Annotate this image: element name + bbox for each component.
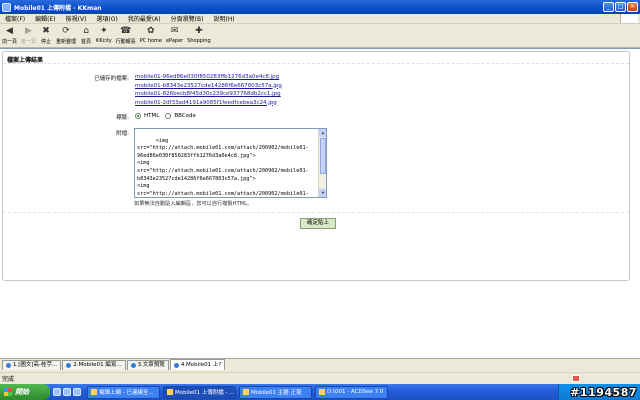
- code-textarea[interactable]: <img src="http://attach.mobile01.com/att…: [134, 128, 327, 198]
- home-icon: ⌂: [83, 26, 89, 36]
- upload-result-panel: 檔案上傳結果 已儲存的檔案: mobile01-96ed86e030f85028…: [2, 51, 630, 281]
- toolbar-label: 後一頁: [21, 39, 37, 45]
- toolbar-label: Shopping: [187, 38, 211, 44]
- code-text: <img src="http://attach.mobile01.com/att…: [137, 137, 309, 197]
- browser-tab[interactable]: 2.Mobile01 編寫...: [62, 360, 126, 370]
- status-bar: 完成: [0, 372, 640, 384]
- uploaded-files-label: 已儲存的檔案:: [94, 76, 129, 82]
- toolbar: ◀ 前一頁 ▶ 後一頁 ✖ 停止 ⟳ 重新整理 ⌂ 首頁 ✦ KKcity ☎ 行動報喜 ✿ PC home ✉…: [0, 24, 640, 48]
- scroll-down-icon[interactable]: ▼: [319, 189, 326, 197]
- window-icon: [243, 389, 249, 395]
- close-button[interactable]: ×: [627, 2, 638, 12]
- toolbar-label: KKcity: [96, 38, 112, 44]
- taskbar: 開始 電鍋上網 - 已連線至... Mobile01 上傳附檔 - ... Mo…: [0, 384, 640, 400]
- forward-icon: ▶: [25, 26, 32, 36]
- toolbar-label: ePaper: [165, 38, 184, 44]
- file-link[interactable]: mobile01-2df33ad4191a9085f1feedfcebea3c2…: [135, 99, 282, 108]
- toolbar-button-mobile[interactable]: ☎ 行動報喜: [116, 24, 136, 45]
- browser-tab-active[interactable]: 4.Mobile01 上?: [169, 359, 226, 370]
- html-radio-label: HTML: [144, 113, 160, 119]
- toolbar-button-back[interactable]: ◀ 前一頁: [2, 24, 17, 45]
- file-link[interactable]: mobile01-826becb8f45d30c239ce937768db2cc…: [135, 90, 282, 99]
- watermark: #1194587: [570, 386, 637, 399]
- toolbar-label: 行動報喜: [115, 39, 136, 45]
- format-label: 標籤:: [116, 115, 129, 121]
- app-icon: [2, 2, 11, 12]
- toolbar-label: 前一頁: [2, 39, 18, 45]
- textarea-scrollbar[interactable]: ▲ ▼: [318, 129, 326, 197]
- toolbar-label: PC home: [139, 38, 162, 44]
- quick-launch-icon[interactable]: [63, 388, 71, 396]
- menu-bar: 檔案(F) 編輯(E) 檢視(V) 選項(O) 我的最愛(A) 分頁瀏覽(B) …: [0, 14, 640, 24]
- taskbar-button[interactable]: Mobile01 主題 正寫: [239, 385, 312, 399]
- toolbar-button-epaper[interactable]: ✉ ePaper: [166, 24, 183, 44]
- menu-options[interactable]: 選項(O): [91, 14, 122, 23]
- epaper-icon: ✉: [170, 26, 179, 36]
- toolbar-label: 停止: [41, 39, 52, 45]
- scroll-thumb[interactable]: [320, 138, 326, 174]
- panel-title: 檔案上傳結果: [3, 52, 629, 64]
- security-icon: [572, 375, 580, 382]
- toolbar-button-forward[interactable]: ▶ 後一頁: [21, 24, 36, 45]
- toolbar-button-refresh[interactable]: ⟳ 重新整理: [56, 24, 76, 45]
- uploaded-files-list: mobile01-96ed86e030f850283ffb1276d3a0e4c…: [135, 73, 282, 107]
- toolbar-button-home[interactable]: ⌂ 首頁: [80, 24, 92, 45]
- page-icon: [6, 363, 11, 368]
- status-text: 完成: [2, 376, 15, 383]
- start-button[interactable]: 開始: [0, 384, 50, 400]
- taskbar-button[interactable]: D:\001 - ACDSee 7.0: [315, 385, 388, 399]
- page-content: 檔案上傳結果 已儲存的檔案: mobile01-96ed86e030f85028…: [0, 48, 640, 358]
- window-icon: [319, 389, 325, 395]
- toolbar-button-kkcity[interactable]: ✦ KKcity: [96, 24, 112, 44]
- back-icon: ◀: [6, 26, 13, 36]
- window-icon: [167, 389, 173, 395]
- maximize-button[interactable]: □: [615, 2, 626, 12]
- windows-logo-icon: [4, 388, 12, 396]
- bbcode-radio-label: BBCode: [174, 113, 196, 119]
- browser-tab-strip: 1.[圖文]高-桂苧... 2.Mobile01 編寫... 3.文章預覽 4.…: [0, 358, 640, 370]
- menu-favorites[interactable]: 我的最愛(A): [123, 14, 166, 23]
- menu-edit[interactable]: 編輯(E): [30, 14, 60, 23]
- window-icon: [91, 389, 97, 395]
- paste-hint: 如果無法自動貼入編輯區，您可以自行複製HTML。: [134, 201, 253, 207]
- shopping-icon: ✚: [195, 26, 203, 36]
- menu-view[interactable]: 檢視(V): [61, 14, 92, 23]
- page-icon: [130, 363, 136, 368]
- menu-help[interactable]: 說明(H): [208, 14, 239, 23]
- toolbar-button-shopping[interactable]: ✚ Shopping: [187, 24, 210, 44]
- kkcity-icon: ✦: [100, 26, 108, 36]
- mobile-icon: ☎: [120, 26, 132, 36]
- quick-launch-icon[interactable]: [53, 388, 61, 396]
- taskbar-button-active[interactable]: Mobile01 上傳附檔 - ...: [163, 385, 236, 399]
- menu-file[interactable]: 檔案(F): [0, 14, 30, 23]
- html-radio[interactable]: [135, 113, 141, 119]
- quick-launch-icon[interactable]: [73, 388, 81, 396]
- browser-logo: [620, 14, 638, 23]
- pchome-icon: ✿: [147, 26, 155, 36]
- menu-tabs[interactable]: 分頁瀏覽(B): [166, 14, 209, 23]
- format-options: HTML BBCode: [135, 113, 196, 119]
- toolbar-button-stop[interactable]: ✖ 停止: [40, 24, 52, 45]
- window-title: Mobile01 上傳附檔 - KKman: [14, 4, 102, 12]
- window-titlebar: Mobile01 上傳附檔 - KKman _ □ ×: [0, 0, 640, 14]
- browser-tab[interactable]: 1.[圖文]高-桂苧...: [2, 360, 62, 370]
- divider: [3, 212, 629, 213]
- file-link[interactable]: mobile01-b8343e23527cde14286f6e667803c57…: [135, 82, 282, 91]
- scroll-up-icon[interactable]: ▲: [319, 129, 326, 137]
- minimize-button[interactable]: _: [603, 2, 614, 12]
- quick-launch: [53, 388, 83, 396]
- code-label: 附檔:: [116, 131, 129, 137]
- file-link[interactable]: mobile01-96ed86e030f850283ffb1276d3a0e4c…: [135, 73, 282, 82]
- page-icon: [173, 362, 179, 368]
- page-icon: [66, 363, 72, 368]
- stop-icon: ✖: [42, 26, 50, 36]
- bbcode-radio[interactable]: [165, 113, 172, 119]
- toolbar-button-pchome[interactable]: ✿ PC home: [140, 24, 162, 44]
- taskbar-button[interactable]: 電鍋上網 - 已連線至...: [87, 385, 160, 399]
- toolbar-label: 首頁: [81, 39, 92, 45]
- refresh-icon: ⟳: [62, 26, 70, 36]
- confirm-paste-button[interactable]: 確定貼上: [300, 218, 336, 229]
- toolbar-label: 重新整理: [56, 39, 77, 45]
- browser-tab[interactable]: 3.文章預覽: [126, 360, 169, 370]
